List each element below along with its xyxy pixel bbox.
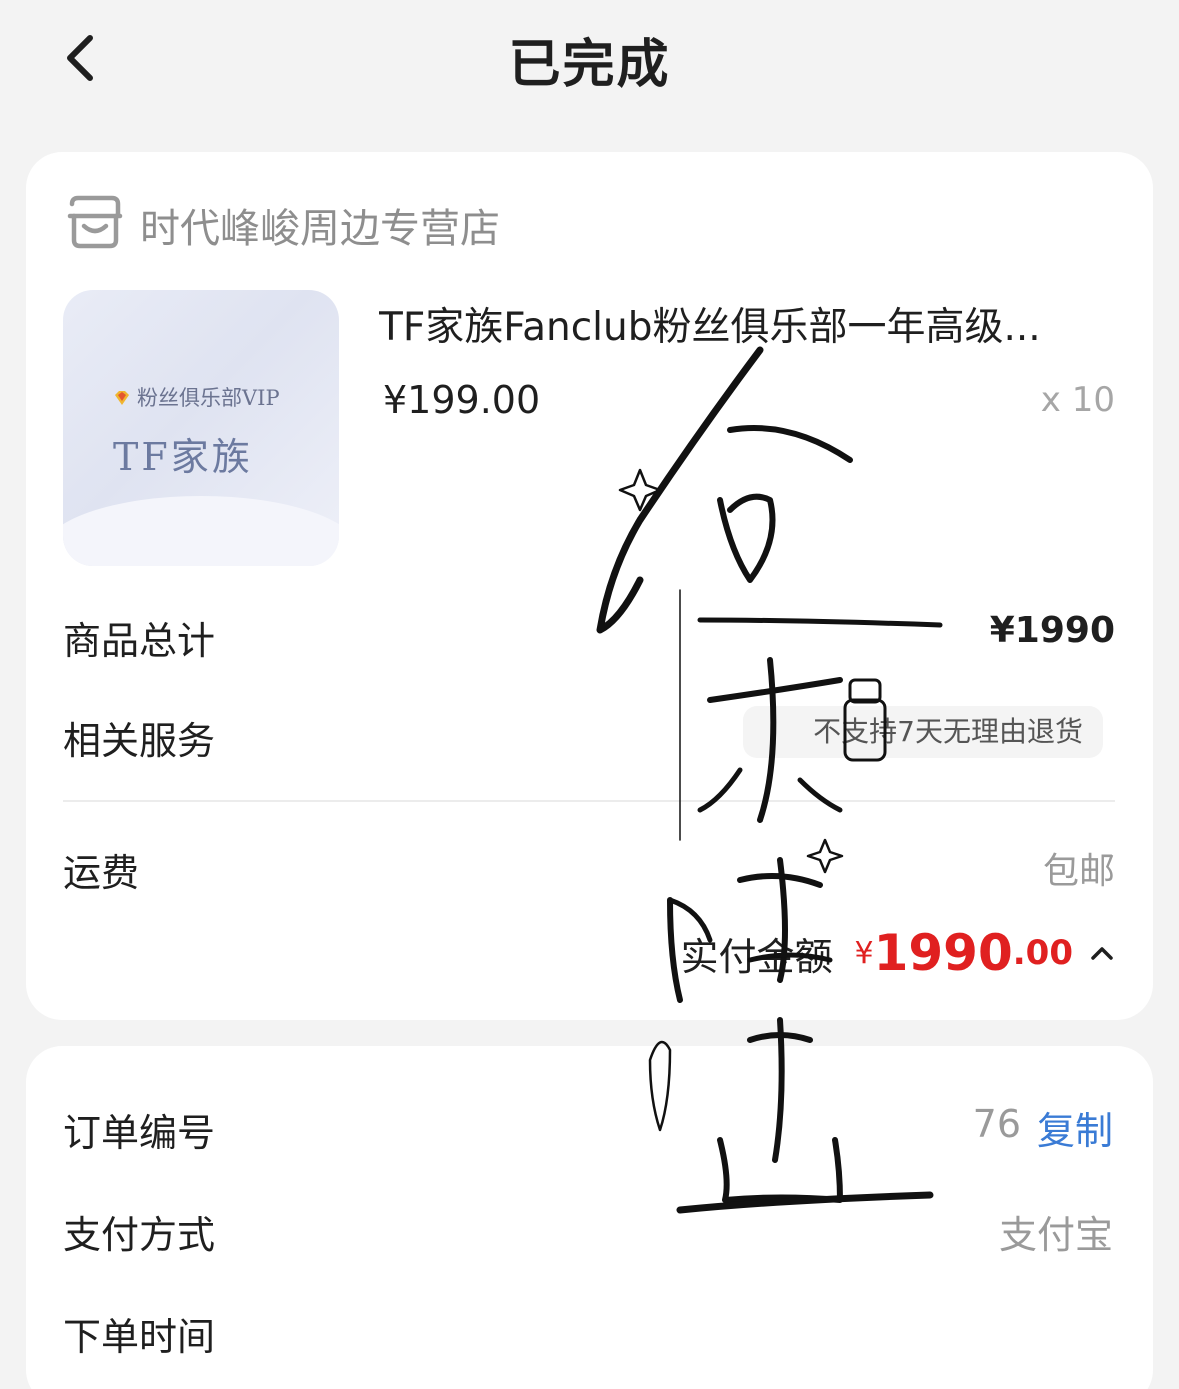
goods-total-value: ¥1990 [989, 610, 1115, 651]
shipping-value: 包邮 [1042, 851, 1115, 892]
copy-button[interactable]: 复制 [1037, 1100, 1113, 1155]
product-image[interactable]: 粉丝俱乐部VIP TF家族 [63, 290, 339, 566]
paid-amount-label: 实付金额 [680, 934, 833, 979]
order-number-label: 订单编号 [63, 1111, 216, 1155]
store-icon [67, 195, 123, 249]
order-time-label: 下单时间 [63, 1315, 216, 1359]
product-price: ¥199.00 [383, 378, 541, 422]
chevron-up-icon[interactable] [1089, 944, 1115, 962]
order-card: 时代峰峻周边专营店 粉丝俱乐部VIP TF家族 TF家族Fanclub粉丝俱乐部… [26, 152, 1153, 1020]
product-quantity: x 10 [1040, 380, 1115, 420]
page-title: 已完成 [508, 35, 671, 95]
paid-amount-integer: 1990 [873, 924, 1013, 982]
order-info-card: 订单编号 76 复制 支付方式 支付宝 下单时间 [26, 1046, 1153, 1389]
image-wave-decoration [63, 496, 339, 566]
payment-method-value: 支付宝 [998, 1213, 1113, 1257]
product-image-vip-text: 粉丝俱乐部VIP [113, 382, 280, 412]
product-title[interactable]: TF家族Fanclub粉丝俱乐部一年高级... [379, 296, 1119, 352]
service-label: 相关服务 [63, 719, 216, 763]
paid-amount-decimal: .00 [1012, 933, 1073, 973]
paid-amount-row[interactable]: 实付金额 ¥1990.00 [680, 924, 1115, 984]
order-number-value: 76 [972, 1102, 1021, 1146]
nav-bar: 已完成 [0, 0, 1179, 120]
divider [63, 800, 1115, 802]
paid-currency: ¥ [854, 935, 874, 971]
payment-method-label: 支付方式 [63, 1213, 216, 1257]
goods-total-label: 商品总计 [63, 619, 216, 663]
store-name[interactable]: 时代峰峻周边专营店 [140, 196, 500, 254]
product-image-brand-text: TF家族 [113, 435, 253, 479]
service-badge: 不支持7天无理由退货 [743, 706, 1103, 758]
shipping-label: 运费 [63, 851, 140, 895]
diamond-icon [115, 391, 129, 405]
